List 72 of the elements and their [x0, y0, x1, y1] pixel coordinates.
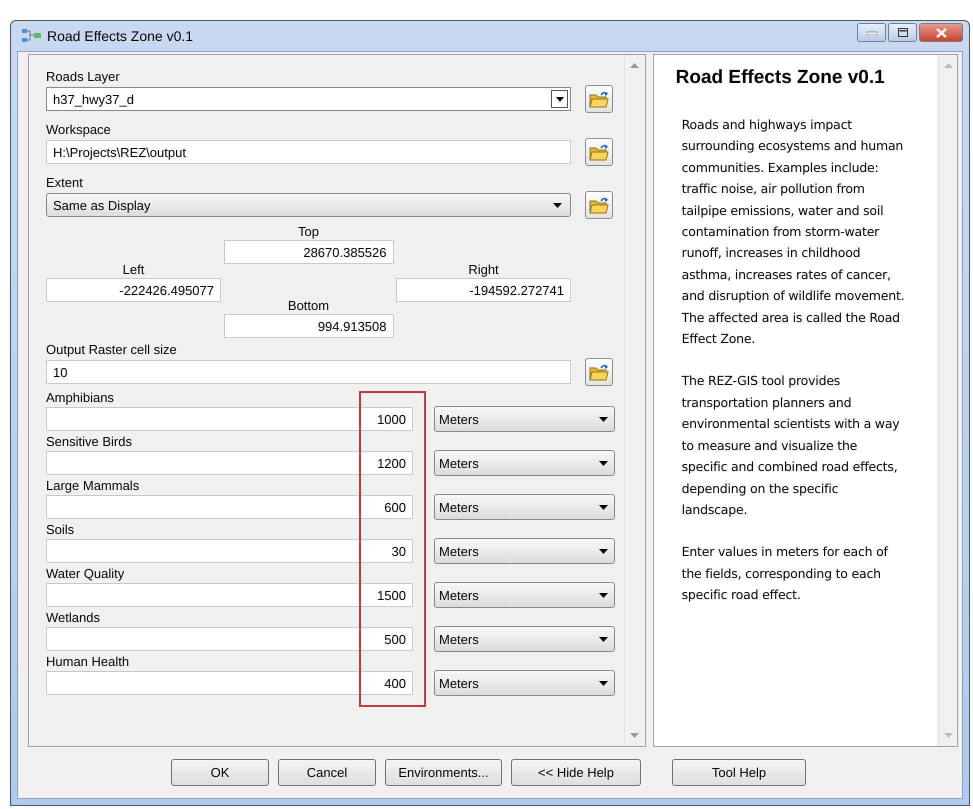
folder-icon — [589, 144, 609, 160]
folder-icon — [589, 90, 609, 108]
extent-label: Top — [298, 224, 319, 240]
unit-dropdown[interactable]: Meters — [434, 582, 615, 608]
scroll-down-arrow-icon[interactable] — [630, 733, 640, 738]
dialog-button[interactable]: << Hide Help — [511, 759, 641, 786]
field-label: Sensitive Birds — [46, 435, 133, 449]
minimize-button[interactable] — [857, 23, 886, 42]
extent-field[interactable]: 994.913508 — [224, 314, 394, 338]
minimize-icon — [866, 30, 876, 34]
field-label: Large Mammals — [46, 479, 140, 493]
maximize-icon — [898, 28, 908, 37]
field-label: Soils — [46, 523, 76, 537]
dialog-button[interactable]: Environments... — [385, 759, 502, 786]
distance-field[interactable]: 1500 — [46, 583, 413, 607]
help-title: Road Effects Zone v0.1 — [676, 67, 886, 89]
dropdown-arrow-icon — [599, 504, 608, 510]
distance-field[interactable]: 600 — [46, 495, 413, 519]
model-icon — [21, 28, 43, 44]
extent-dropdown[interactable]: Same as Display — [46, 193, 571, 217]
distance-field[interactable]: 400 — [46, 671, 413, 695]
unit-dropdown[interactable]: Meters — [434, 494, 615, 520]
extent-field[interactable]: -194592.272741 — [396, 278, 571, 302]
dropdown-arrow-icon — [599, 416, 608, 422]
field-label: Human Health — [46, 655, 130, 669]
folder-icon — [589, 364, 609, 380]
browse-folder-button[interactable] — [585, 85, 613, 113]
layer-combobox[interactable]: h37_hwy37_d — [46, 87, 571, 111]
extent-label: Right — [468, 262, 499, 278]
help-paragraph: Roads and highways impact surrounding ecosystems and human communities. Examples include: traffic noise, air pollution from tailpipe emissions, water and soil contamination from storm-water runoff, increases in childhood asthma, increases rates of cancer, and disruption of wildlife movement. The affected area is called the Road Effect Zone. — [682, 116, 906, 348]
field-label: Workspace — [46, 122, 112, 138]
dropdown-arrow-icon — [599, 636, 608, 642]
extent-field[interactable]: 28670.385526 — [224, 240, 394, 264]
browse-folder-button[interactable] — [585, 358, 613, 386]
dialog-button[interactable]: OK — [171, 759, 269, 786]
field-label: Water Quality — [46, 567, 126, 581]
dropdown-arrow-icon — [599, 680, 608, 686]
field-label: Wetlands — [46, 611, 101, 625]
unit-dropdown[interactable]: Meters — [434, 450, 615, 476]
dialog-button[interactable]: Tool Help — [672, 759, 806, 786]
input-field[interactable]: H:\Projects\REZ\output — [46, 140, 571, 164]
dialog-button[interactable]: Cancel — [278, 759, 376, 786]
distance-field[interactable]: 500 — [46, 627, 413, 651]
unit-dropdown[interactable]: Meters — [434, 406, 615, 432]
dropdown-arrow-icon — [599, 548, 608, 554]
field-label: Output Raster cell size — [46, 342, 178, 358]
distance-field[interactable]: 1200 — [46, 451, 413, 475]
scroll-up-arrow-icon[interactable] — [630, 63, 640, 68]
extent-label: Left — [122, 262, 144, 278]
input-field[interactable]: 10 — [46, 360, 571, 384]
maximize-button[interactable] — [888, 23, 917, 42]
field-label: Amphibians — [46, 391, 115, 405]
browse-folder-button[interactable] — [585, 138, 613, 166]
distance-field[interactable]: 1000 — [46, 407, 413, 431]
help-paragraph: The REZ-GIS tool provides transportation planners and environmental scientists with a way to measure and visualize the specific and combined road effects, depending on the specific landscape. — [682, 372, 900, 519]
window-title: Road Effects Zone v0.1 — [47, 28, 194, 44]
dropdown-arrow-icon — [599, 460, 608, 466]
close-button[interactable] — [919, 23, 963, 42]
extent-label: Bottom — [288, 298, 330, 314]
dropdown-arrow-icon — [599, 592, 608, 598]
field-label: Roads Layer — [46, 69, 121, 85]
extent-field[interactable]: -222426.495077 — [46, 278, 221, 302]
close-icon — [936, 28, 946, 38]
unit-dropdown[interactable]: Meters — [434, 670, 615, 696]
dropdown-arrow-icon — [553, 202, 562, 208]
unit-dropdown[interactable]: Meters — [434, 538, 615, 564]
field-label: Extent — [46, 175, 84, 191]
folder-icon — [589, 196, 609, 214]
distance-field[interactable]: 30 — [46, 539, 413, 563]
browse-folder-button[interactable] — [585, 191, 613, 219]
help-paragraph: Enter values in meters for each of the fields, corresponding to each specific road effect. — [682, 543, 890, 604]
unit-dropdown[interactable]: Meters — [434, 626, 615, 652]
